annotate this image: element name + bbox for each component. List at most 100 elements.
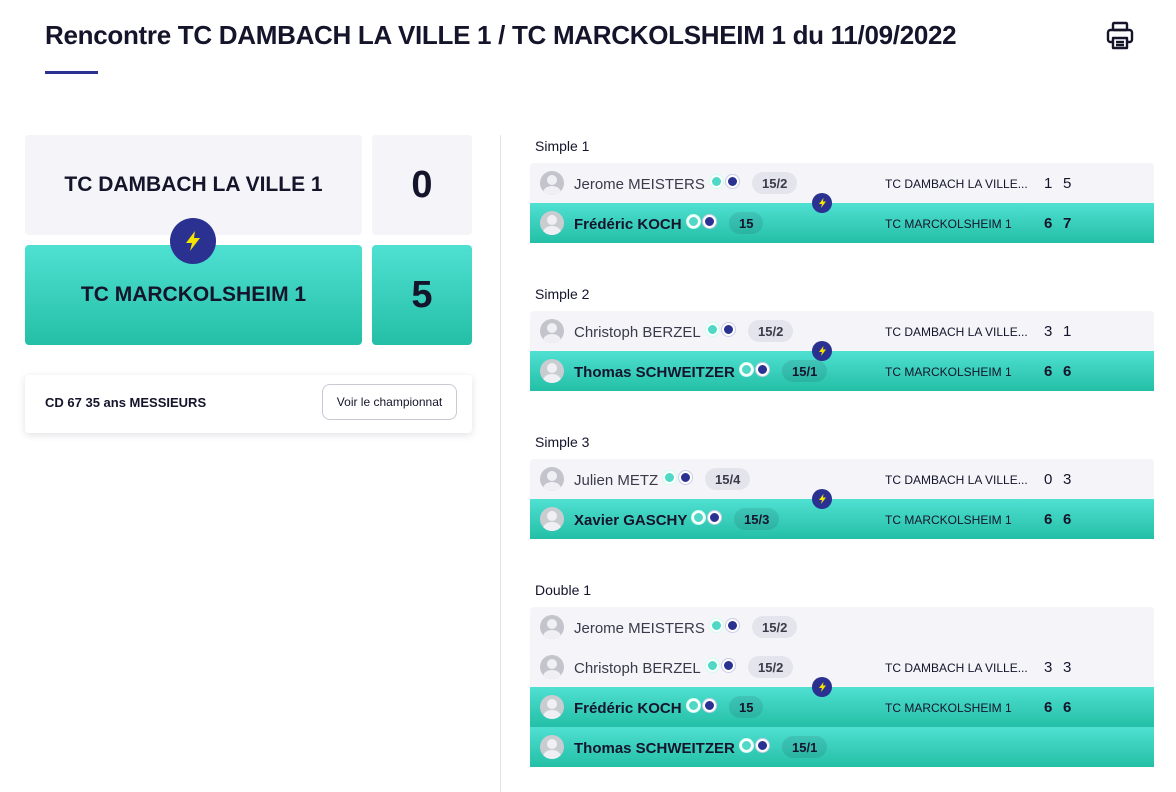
padel-ball-icon [725,619,739,632]
tennis-ball-icon [705,659,719,672]
away-player-row: Frédéric KOCH 15 TC MARCKOLSHEIM 1 66 [530,687,1154,727]
player-name[interactable]: Xavier GASCHY [574,511,722,529]
club-name: TC MARCKOLSHEIM 1 [885,513,1012,527]
club-name: TC DAMBACH LA VILLE... [885,325,1028,339]
set-scores: 67 [1044,215,1082,232]
club-name: TC DAMBACH LA VILLE... [885,473,1028,487]
set-scores: 66 [1044,363,1082,380]
tennis-ball-icon [709,619,723,632]
player-rank-badge: 15/1 [782,360,828,382]
player-rank-badge: 15/2 [752,172,798,194]
set-scores: 15 [1044,175,1082,192]
player-status-icons [739,739,769,752]
view-championship-button[interactable]: Voir le championnat [322,384,457,420]
player-status-icons [739,363,769,376]
avatar [540,467,564,491]
club-name: TC MARCKOLSHEIM 1 [885,217,1012,231]
player-status-icons [709,619,739,632]
match-title: Double 1 [535,582,592,598]
set-score: 6 [1063,363,1072,380]
set-scores: 33 [1044,659,1082,676]
padel-ball-icon [702,699,716,712]
player-name[interactable]: Thomas SCHWEITZER [574,739,769,757]
column-divider [500,135,501,792]
set-score: 7 [1063,215,1072,232]
title-underline [45,71,98,74]
tennis-ball-icon [705,323,719,336]
set-scores: 66 [1044,699,1082,716]
home-player-row: Julien METZ 15/4 TC DAMBACH LA VILLE... 0 3 [530,459,1154,499]
home-player-row: Jerome MEISTERS 15/2 [530,607,1154,647]
player-rank-badge: 15/1 [782,736,828,758]
lightning-bolt-icon [812,341,832,361]
championship-label: CD 67 35 ans MESSIEURS [45,395,207,410]
padel-ball-icon [679,471,693,484]
padel-ball-icon [725,175,739,188]
padel-ball-icon [702,215,716,228]
padel-ball-icon [721,659,735,672]
tennis-ball-icon [663,471,677,484]
club-name: TC MARCKOLSHEIM 1 [885,365,1012,379]
player-status-icons [663,471,693,484]
away-player-row: Thomas SCHWEITZER 15/1 TC MARCKOLSHEIM 1 66 [530,351,1154,391]
home-team-score: 0 [372,135,472,235]
set-score: 3 [1044,323,1053,340]
padel-ball-icon [721,323,735,336]
club-name: TC DAMBACH LA VILLE... [885,177,1028,191]
tennis-ball-icon [739,363,753,376]
player-name[interactable]: Frédéric KOCH [574,699,716,717]
set-score: 3 [1063,471,1072,488]
tennis-ball-icon [739,739,753,752]
padel-ball-icon [755,739,769,752]
player-rank-badge: 15 [729,212,764,234]
away-player-row: Xavier GASCHY 15/3 TC MARCKOLSHEIM 1 66 [530,499,1154,539]
avatar [540,319,564,343]
padel-ball-icon [755,363,769,376]
avatar [540,735,564,759]
page-title: Rencontre TC DAMBACH LA VILLE 1 / TC MAR… [45,20,957,50]
player-name[interactable]: Frédéric KOCH [574,215,716,233]
set-score: 6 [1044,363,1053,380]
set-scores: 66 [1044,511,1082,528]
away-player-row: Frédéric KOCH 15 TC MARCKOLSHEIM 1 67 [530,203,1154,243]
player-name[interactable]: Jerome MEISTERS [574,619,739,637]
tennis-ball-icon [686,215,700,228]
player-status-icons [705,323,735,336]
player-status-icons [705,659,735,672]
club-name: TC DAMBACH LA VILLE... [885,661,1028,675]
match-card: Jerome MEISTERS 15/2 Christoph BERZEL 15/2 T… [530,607,1154,767]
print-icon[interactable] [1104,20,1136,52]
avatar [540,507,564,531]
away-team-score: 5 [372,245,472,345]
match-title: Simple 2 [535,286,590,302]
player-name[interactable]: Thomas SCHWEITZER [574,363,769,381]
away-player-row: Thomas SCHWEITZER 15/1 [530,727,1154,767]
lightning-bolt-icon [812,677,832,697]
match-title: Simple 3 [535,434,590,450]
player-name[interactable]: Christoph BERZEL [574,323,735,341]
lightning-bolt-icon [170,218,216,264]
player-name[interactable]: Julien METZ [574,471,693,489]
player-name[interactable]: Christoph BERZEL [574,659,735,677]
player-status-icons [709,175,739,188]
avatar [540,695,564,719]
set-score: 3 [1063,659,1072,676]
player-rank-badge: 15/2 [748,656,794,678]
lightning-bolt-icon [812,193,832,213]
avatar [540,211,564,235]
match-card: Jerome MEISTERS 15/2 TC DAMBACH LA VILLE..… [530,163,1154,243]
set-score: 6 [1063,699,1072,716]
home-player-row: Christoph BERZEL 15/2 TC DAMBACH LA VILLE.… [530,311,1154,351]
avatar [540,655,564,679]
player-status-icons [686,699,716,712]
avatar [540,359,564,383]
tennis-ball-icon [686,699,700,712]
player-name[interactable]: Jerome MEISTERS [574,175,739,193]
club-name: TC MARCKOLSHEIM 1 [885,701,1012,715]
set-score: 1 [1044,175,1053,192]
set-score: 6 [1063,511,1072,528]
set-score: 6 [1044,699,1053,716]
set-score: 6 [1044,215,1053,232]
home-player-row: Jerome MEISTERS 15/2 TC DAMBACH LA VILLE..… [530,163,1154,203]
player-status-icons [692,511,722,524]
